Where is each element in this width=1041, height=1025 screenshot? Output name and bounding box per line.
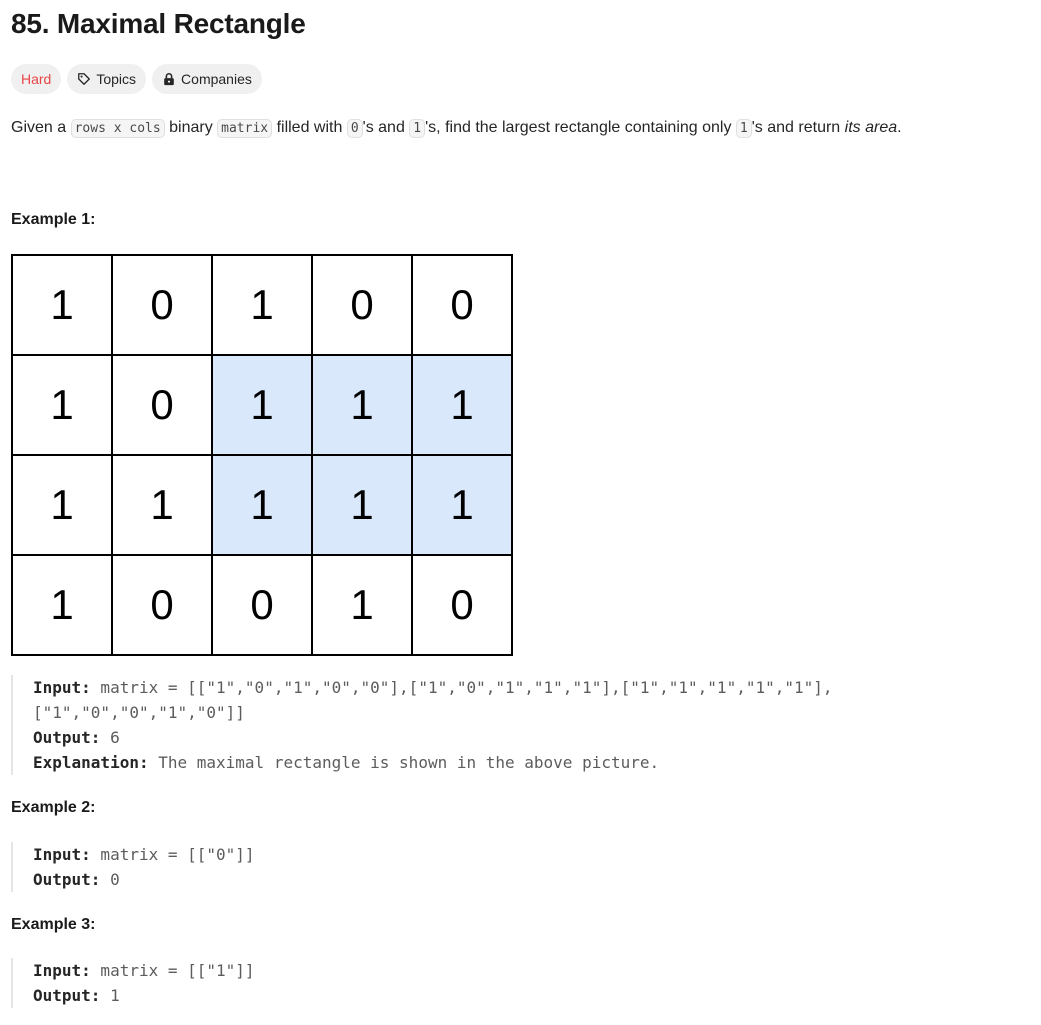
topics-label: Topics [96,71,137,87]
matrix-cell: 0 [312,255,412,355]
input-value: matrix = [["1","0","1","0","0"],["1","0"… [90,678,833,697]
inline-code: 0 [346,119,363,138]
matrix-cell: 1 [12,255,112,355]
inline-code: 1 [735,119,752,138]
explanation-label: Explanation: [33,753,149,772]
matrix-cell: 1 [412,455,512,555]
companies-tag[interactable]: Companies [152,64,262,94]
inline-code: matrix [217,119,273,138]
output-label: Output: [33,870,101,889]
example-1-heading: Example 1: [11,211,96,228]
output-label: Output: [33,986,101,1005]
problem-title: 85. Maximal Rectangle [11,8,306,39]
companies-label: Companies [181,71,252,87]
output-value: 1 [100,986,120,1005]
matrix-cell: 1 [212,255,312,355]
problem-description: Given a rows x cols binary matrix filled… [11,116,902,141]
matrix-cell: 1 [12,555,112,655]
input-label: Input: [33,678,91,697]
example-2-heading: Example 2: [11,799,96,816]
desc-text: Given a [11,119,71,136]
example-2-block: Input: matrix = [["0"]] Output: 0 [11,842,255,892]
desc-text: 's and [362,119,410,136]
desc-text: filled with [272,119,347,136]
example-1-block: Input: matrix = [["1","0","1","0","0"],[… [11,675,833,775]
matrix-cell: 0 [112,255,212,355]
example-3-block: Input: matrix = [["1"]] Output: 1 [11,958,255,1008]
output-value: 6 [100,728,120,747]
input-label: Input: [33,961,91,980]
desc-text: 's, find the largest rectangle containin… [425,119,736,136]
matrix-cell: 0 [212,555,312,655]
matrix-cell: 1 [112,455,212,555]
matrix-illustration: 10100101111111110010 [11,254,513,656]
explanation-text: The maximal rectangle is shown in the ab… [148,753,660,772]
matrix-cell: 0 [112,355,212,455]
example-3-heading: Example 3: [11,916,96,933]
matrix-cell: 1 [12,455,112,555]
topics-tag[interactable]: Topics [67,64,147,94]
matrix-cell: 1 [12,355,112,455]
input-label: Input: [33,845,91,864]
matrix-cell: 1 [312,355,412,455]
difficulty-tag[interactable]: Hard [11,64,62,94]
desc-text: . [897,119,902,136]
matrix-cell: 1 [312,555,412,655]
matrix-cell: 1 [412,355,512,455]
matrix-cell: 1 [312,455,412,555]
tag-row: Hard Topics Companies [11,64,262,94]
desc-text: binary [164,119,218,136]
inline-code: rows x cols [70,119,165,138]
input-value: matrix = [["0"]] [90,845,255,864]
matrix-cell: 1 [212,355,312,455]
desc-text: 's and return [751,119,845,136]
matrix-cell: 1 [212,455,312,555]
output-value: 0 [100,870,120,889]
matrix-cell: 0 [412,555,512,655]
matrix-cell: 0 [112,555,212,655]
input-value-cont: ["1","0","0","1","0"]] [33,703,245,722]
desc-emphasis: its area [844,119,898,136]
output-label: Output: [33,728,101,747]
input-value: matrix = [["1"]] [90,961,255,980]
lock-icon [162,72,176,86]
tag-icon [77,72,91,86]
matrix-cell: 0 [412,255,512,355]
inline-code: 1 [409,119,426,138]
